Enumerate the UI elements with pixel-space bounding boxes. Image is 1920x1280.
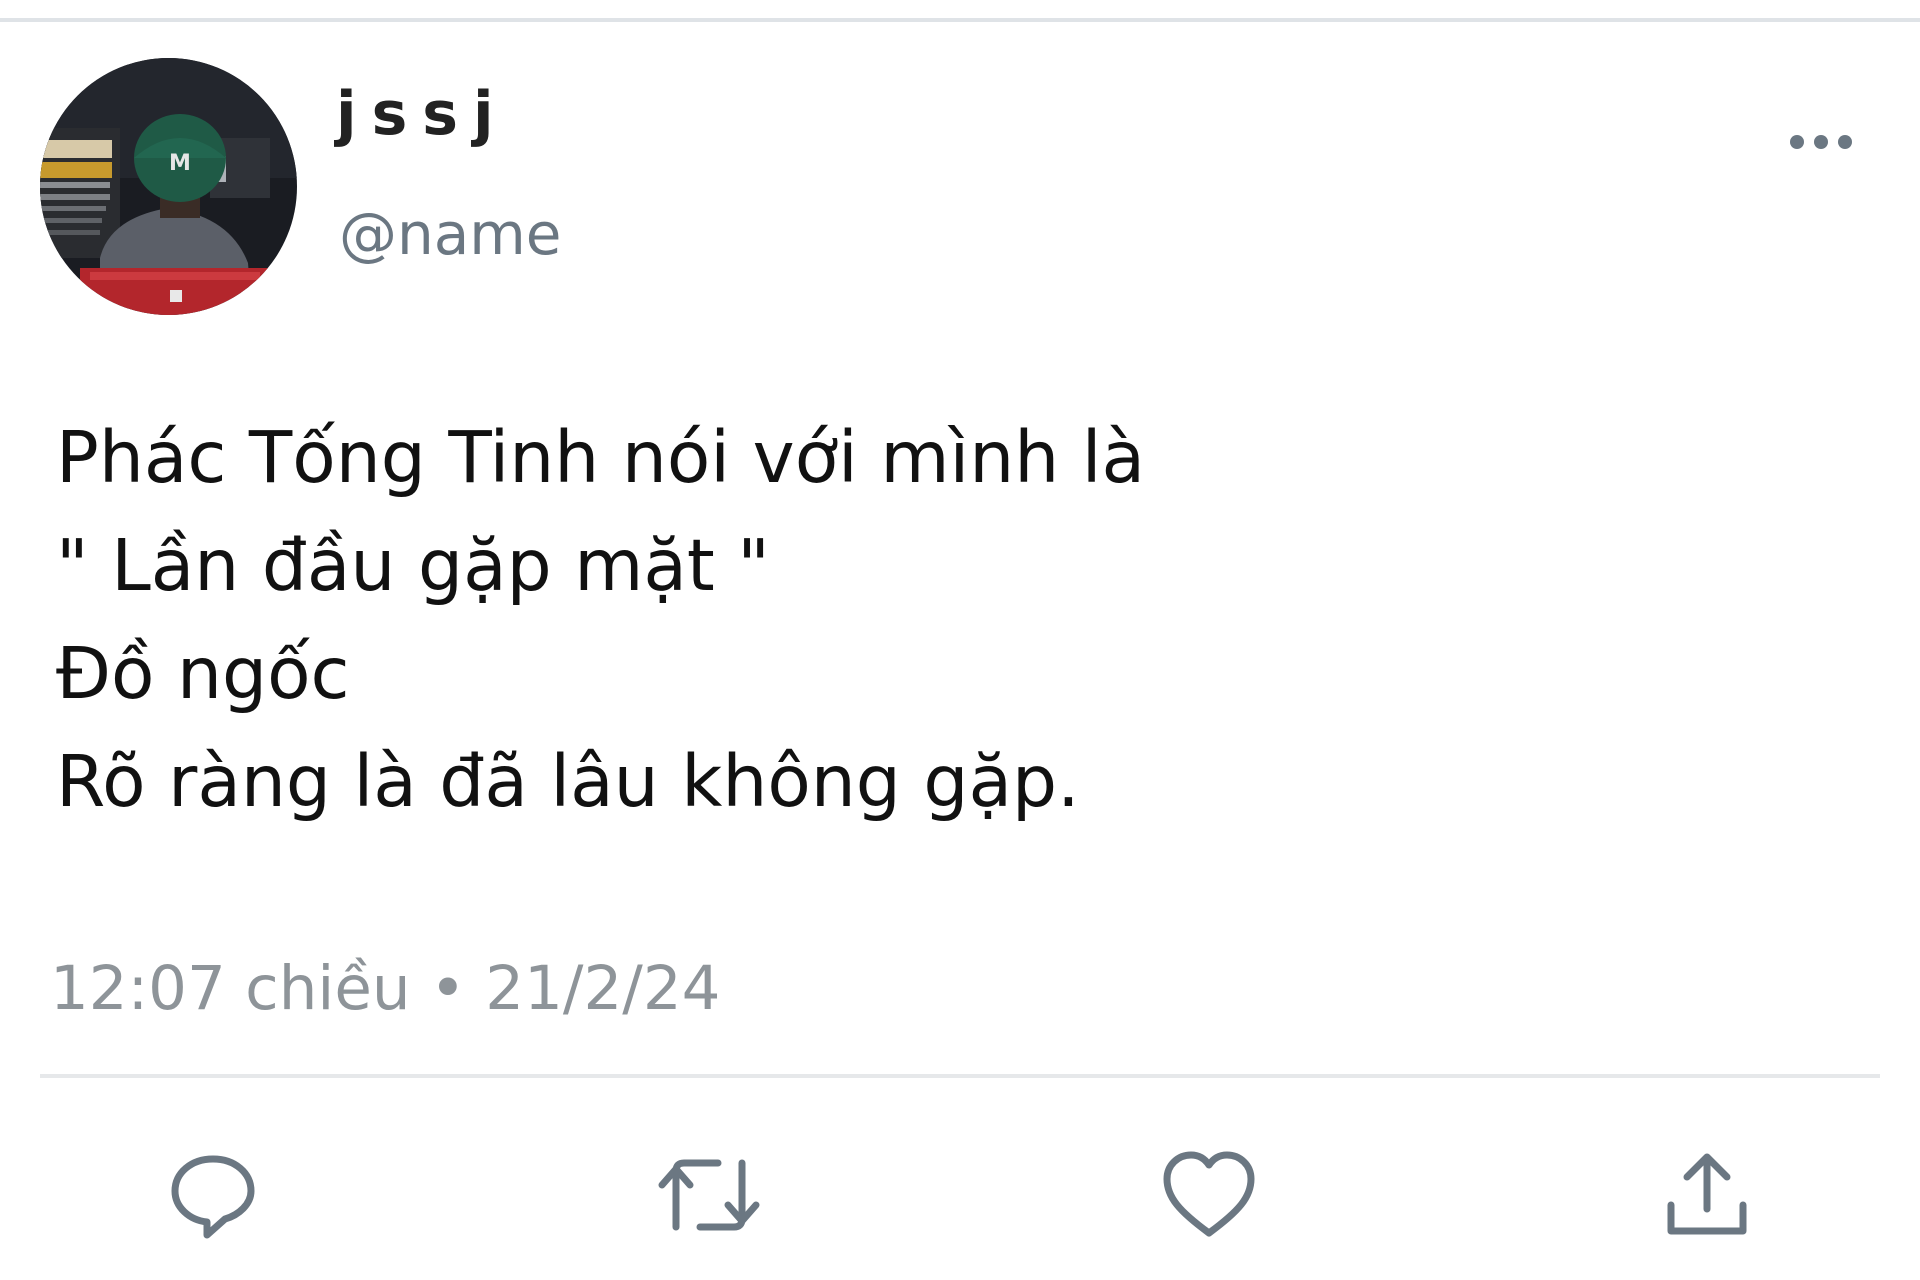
retweet-button[interactable]	[654, 1140, 764, 1250]
tweet-text: Phác Tống Tinh nói với mình là " Lần đầu…	[56, 404, 1856, 836]
svg-text:M: M	[169, 151, 191, 176]
reply-button[interactable]	[158, 1140, 268, 1250]
retweet-icon	[658, 1159, 760, 1231]
tweet-line: Rõ ràng là đã lâu không gặp.	[56, 740, 1080, 823]
heart-icon	[1163, 1151, 1255, 1237]
share-icon	[1667, 1153, 1747, 1235]
tweet-line: " Lần đầu gặp mặt "	[56, 524, 770, 607]
action-bar	[0, 1140, 1920, 1250]
like-button[interactable]	[1154, 1140, 1264, 1250]
avatar-photo-icon: M	[40, 58, 297, 315]
display-name[interactable]: jssj	[336, 84, 509, 144]
more-options-button[interactable]	[1786, 122, 1856, 162]
tweet-line: Phác Tống Tinh nói với mình là	[56, 416, 1146, 499]
user-handle[interactable]: @name	[339, 205, 561, 263]
tweet-card: M jssj @name Phác Tống Tinh nói với mình…	[0, 0, 1920, 1280]
actions-divider	[40, 1074, 1880, 1078]
avatar[interactable]: M	[40, 58, 297, 315]
share-button[interactable]	[1652, 1140, 1762, 1250]
tweet-line: Đồ ngốc	[56, 632, 350, 715]
tweet-timestamp[interactable]: 12:07 chiều • 21/2/24	[50, 958, 720, 1019]
more-dots-icon	[1790, 135, 1852, 149]
reply-icon	[171, 1155, 255, 1239]
